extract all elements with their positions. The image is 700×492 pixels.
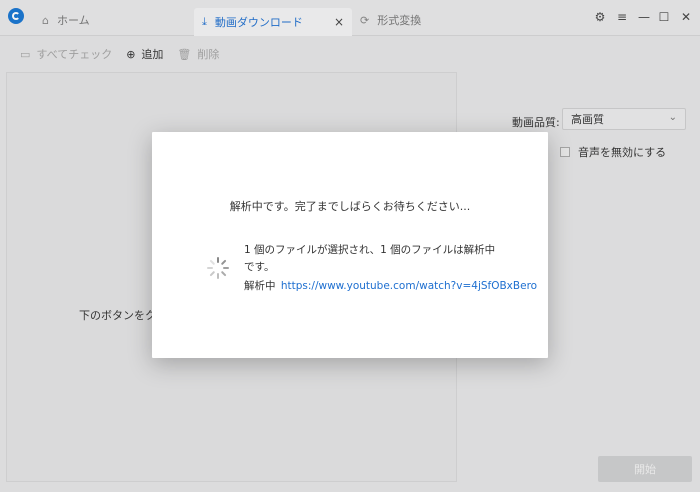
analyzing-label: 解析中	[244, 280, 276, 292]
analyzing-line: 解析中 https://www.youtube.com/watch?v=4jSf…	[244, 278, 537, 293]
analyzing-dialog: 解析中です。完了までしばらくお待ちください... 1 個のファイルが選択され、1…	[152, 132, 548, 358]
analyzing-url-link[interactable]: https://www.youtube.com/watch?v=4jSfOBxB…	[281, 280, 537, 292]
dialog-status-text: 1 個のファイルが選択され、1 個のファイルは解析中です。	[244, 244, 496, 273]
loading-spinner-icon	[206, 256, 230, 280]
dialog-message: 解析中です。完了までしばらくお待ちください...	[229, 200, 471, 213]
